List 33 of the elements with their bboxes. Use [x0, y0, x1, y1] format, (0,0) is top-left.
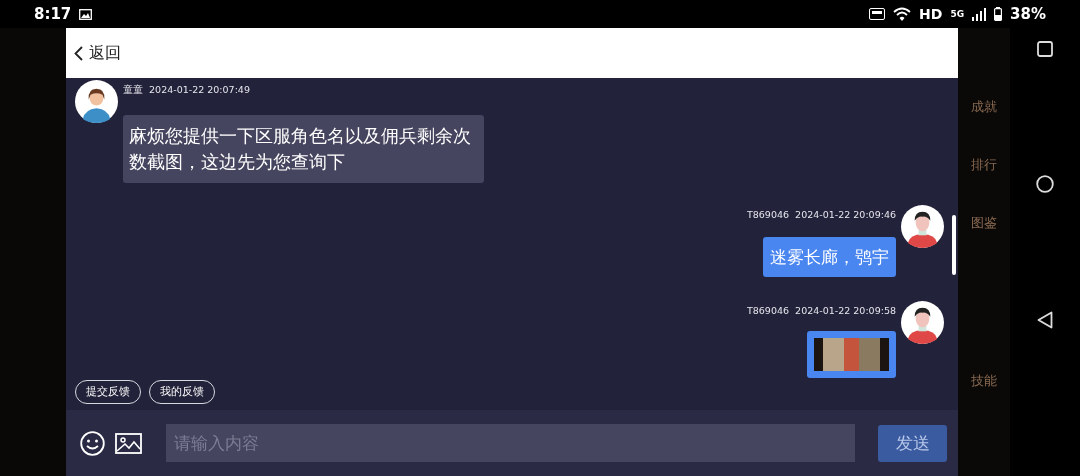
game-menu-label: 成就 [971, 98, 997, 116]
back-nav-button[interactable] [1037, 311, 1053, 329]
network-type: 5G [950, 9, 965, 19]
message-meta: T869046 2024-01-22 20:09:58 [746, 305, 896, 317]
emoji-button[interactable] [80, 430, 105, 456]
chevron-left-icon [74, 45, 83, 61]
smiley-icon [80, 430, 105, 456]
auto-icon [869, 8, 886, 20]
signal-icon [972, 7, 987, 21]
game-menu-label: 排行 [971, 156, 997, 174]
user-avatar [901, 205, 944, 248]
game-menu-label: 技能 [971, 372, 997, 390]
home-button[interactable] [1036, 175, 1054, 193]
picture-icon [79, 8, 93, 20]
image-message[interactable] [807, 331, 896, 378]
back-button[interactable]: 返回 [74, 42, 121, 64]
picture-icon [115, 432, 142, 454]
message-bubble: 麻烦您提供一下区服角色名以及佣兵剩余次数截图，这边先为您查询下 [123, 115, 484, 183]
send-button[interactable]: 发送 [878, 424, 947, 462]
agent-avatar [75, 80, 118, 123]
message-meta: T869046 2024-01-22 20:09:46 [746, 209, 896, 221]
image-button[interactable] [115, 432, 142, 454]
recents-button[interactable] [1037, 41, 1053, 57]
battery-icon [994, 7, 1003, 21]
status-time: 8:17 [34, 5, 72, 23]
hd-label: HD [919, 6, 943, 22]
user-avatar [901, 301, 944, 344]
battery-percent: 38% [1010, 5, 1046, 23]
scrollbar[interactable] [952, 215, 956, 275]
game-menu-label: 图鉴 [971, 214, 997, 232]
message-meta: 童童 2024-01-22 20:07:49 [123, 84, 250, 96]
message-bubble: 迷雾长廊，鸮宇 [763, 237, 896, 277]
wifi-icon [893, 6, 912, 22]
